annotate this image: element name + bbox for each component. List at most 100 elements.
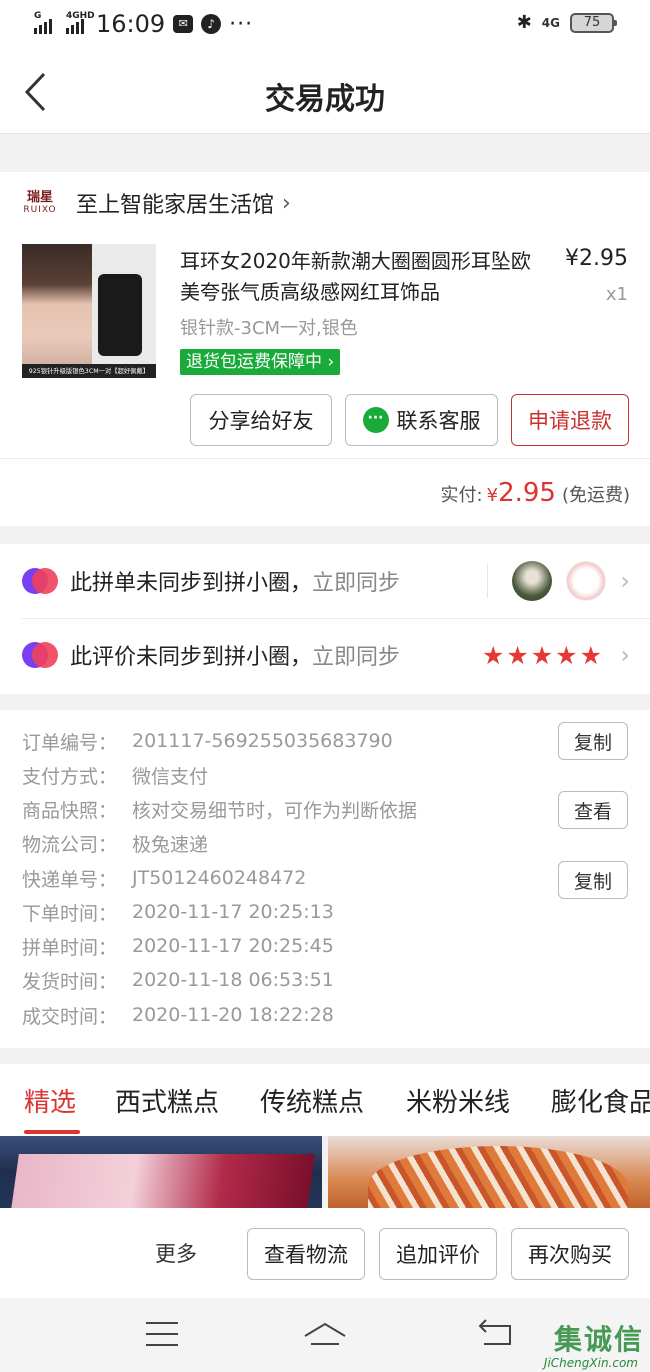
tab-featured[interactable]: 精选 [24, 1082, 76, 1119]
home-icon[interactable] [303, 1320, 347, 1348]
product-quantity: x1 [605, 284, 628, 305]
tab-traditional-pastry[interactable]: 传统糕点 [260, 1082, 364, 1119]
sync-review-row[interactable]: 此评价未同步到拼小圈，立即同步 ★★★★★ › [0, 618, 650, 692]
recommended-product-image[interactable] [0, 1136, 322, 1208]
divider [0, 458, 650, 459]
refund-button[interactable]: 申请退款 [511, 394, 629, 446]
app-notification-icon: ♪ [201, 14, 222, 34]
watermark-url: JiChengXin.com [543, 1356, 638, 1370]
sync-order-row[interactable]: 此拼单未同步到拼小圈，立即同步 › [0, 544, 650, 618]
rating-stars: ★★★★★ [481, 640, 604, 670]
chevron-right-icon: › [327, 352, 335, 372]
contact-service-label: 联系客服 [396, 409, 481, 433]
wechat-icon [362, 407, 389, 433]
complete-time: 2020-11-20 18:22:28 [132, 1004, 334, 1026]
paid-value: 2.95 [498, 478, 556, 508]
back-icon[interactable] [478, 1318, 514, 1348]
info-label: 成交时间： [22, 1005, 118, 1028]
view-logistics-button[interactable]: 查看物流 [247, 1228, 365, 1280]
ship-time-row: 发货时间： 2020-11-18 06:53:51 [22, 963, 334, 997]
status-bar: G 4GHD 16:09 ✉ ♪ ··· ✱ 4G 75 [0, 0, 650, 50]
paid-amount: 实付: ¥ 2.95 (免运费) [441, 478, 630, 508]
payment-method: 微信支付 [132, 765, 209, 788]
view-snapshot-button[interactable]: 查看 [558, 791, 628, 829]
signal-2-label: 4GHD [66, 11, 95, 21]
contact-service-button[interactable]: 联系客服 [345, 394, 498, 446]
signal-1-icon: G [34, 11, 52, 34]
avatar [512, 561, 552, 601]
return-shipping-label: 退货包运费保障中 [186, 352, 322, 372]
complete-time-row: 成交时间： 2020-11-20 18:22:28 [22, 998, 334, 1032]
paid-currency: ¥ [486, 485, 499, 506]
copy-order-number-button[interactable]: 复制 [558, 722, 628, 760]
menu-icon[interactable] [146, 1322, 178, 1346]
nav-bar: 交易成功 [0, 50, 650, 134]
shipping-note: (免运费) [561, 485, 630, 506]
tab-western-pastry[interactable]: 西式糕点 [115, 1082, 219, 1119]
product-title[interactable]: 耳环女2020年新款潮大圈圈圆形耳坠欧美夸张气质高级感网红耳饰品 [180, 246, 535, 308]
divider [487, 564, 488, 598]
shop-logo: 瑞星 RUIXO [22, 186, 58, 220]
info-label: 拼单时间： [22, 936, 118, 959]
sync-card: 此拼单未同步到拼小圈，立即同步 › 此评价未同步到拼小圈，立即同步 ★★★★★ … [0, 544, 650, 694]
pin-circle-icon [22, 568, 58, 594]
buy-again-button[interactable]: 再次购买 [511, 1228, 629, 1280]
sync-order-link[interactable]: 立即同步 [312, 571, 400, 596]
product-price: ¥2.95 [565, 246, 628, 271]
info-label: 商品快照： [22, 799, 118, 822]
tracking-number: JT5012460248472 [132, 867, 307, 889]
product-image[interactable]: 925银针升级版银色3CM一对【超好佩戴】 [22, 244, 156, 378]
paid-label: 实付: [440, 485, 483, 506]
chevron-right-icon: › [282, 190, 291, 216]
signal-1-label: G [34, 11, 42, 21]
logistics-company-row: 物流公司： 极兔速递 [22, 826, 208, 860]
sync-order-text: 此拼单未同步到拼小圈， [70, 571, 313, 596]
order-info-card: 订单编号： 201117-569255035683790 复制 支付方式： 微信支付… [0, 710, 650, 1048]
avatar [566, 561, 606, 601]
page-title: 交易成功 [265, 82, 385, 117]
product-image-caption: 925银针升级版银色3CM一对【超好佩戴】 [28, 367, 150, 375]
info-label: 快递单号： [22, 868, 118, 891]
status-time: 16:09 [96, 10, 166, 38]
payment-method-row: 支付方式： 微信支付 [22, 758, 208, 792]
tab-rice-noodles[interactable]: 米粉米线 [406, 1082, 510, 1119]
group-time: 2020-11-17 20:25:45 [132, 935, 334, 957]
shop-name: 至上智能家居生活馆 [76, 193, 275, 218]
category-tabs: 精选 西式糕点 传统糕点 米粉米线 膨化食品 [0, 1064, 650, 1136]
bluetooth-icon: ✱ [516, 12, 532, 33]
tab-puffed-food[interactable]: 膨化食品 [551, 1082, 650, 1119]
logistics-company: 极兔速递 [132, 833, 209, 856]
info-label: 支付方式： [22, 765, 118, 788]
chevron-right-icon: › [620, 567, 630, 595]
active-tab-indicator [24, 1130, 80, 1134]
order-product-card: 瑞星 RUIXO 至上智能家居生活馆 › 925银针升级版银色3CM一对【超好佩… [0, 172, 650, 526]
order-time: 2020-11-17 20:25:13 [132, 901, 334, 923]
snapshot-row: 商品快照： 核对交易细节时，可作为判断依据 [22, 792, 417, 826]
chevron-right-icon: › [620, 641, 630, 669]
shop-link[interactable]: 瑞星 RUIXO 至上智能家居生活馆 › [22, 186, 291, 220]
info-label: 订单编号： [22, 731, 118, 754]
sync-review-text: 此评价未同步到拼小圈， [70, 645, 313, 670]
battery-level: 75 [583, 14, 601, 30]
order-number: 201117-569255035683790 [132, 730, 393, 752]
shop-logo-text: 瑞星 [26, 190, 53, 205]
info-label: 物流公司： [22, 833, 118, 856]
info-label: 下单时间： [22, 902, 118, 925]
message-icon: ✉ [173, 15, 194, 33]
copy-tracking-button[interactable]: 复制 [558, 861, 628, 899]
pin-circle-icon [22, 642, 58, 668]
sync-review-link[interactable]: 立即同步 [312, 645, 400, 670]
order-time-row: 下单时间： 2020-11-17 20:25:13 [22, 895, 334, 929]
return-shipping-badge[interactable]: 退货包运费保障中 › [180, 349, 341, 375]
shop-logo-sub: RUIXO [23, 205, 57, 215]
signal-2-icon: 4GHD [66, 11, 95, 34]
more-button[interactable]: 更多 [155, 1238, 197, 1268]
bottom-action-bar: 更多 查看物流 追加评价 再次购买 [0, 1208, 650, 1298]
tracking-number-row: 快递单号： JT5012460248472 [22, 861, 306, 895]
add-review-button[interactable]: 追加评价 [379, 1228, 497, 1280]
share-button[interactable]: 分享给好友 [190, 394, 332, 446]
product-spec: 银针款-3CM一对,银色 [180, 318, 358, 339]
order-number-row: 订单编号： 201117-569255035683790 [22, 724, 393, 758]
recommended-product-image[interactable] [328, 1136, 650, 1208]
group-time-row: 拼单时间： 2020-11-17 20:25:45 [22, 929, 334, 963]
